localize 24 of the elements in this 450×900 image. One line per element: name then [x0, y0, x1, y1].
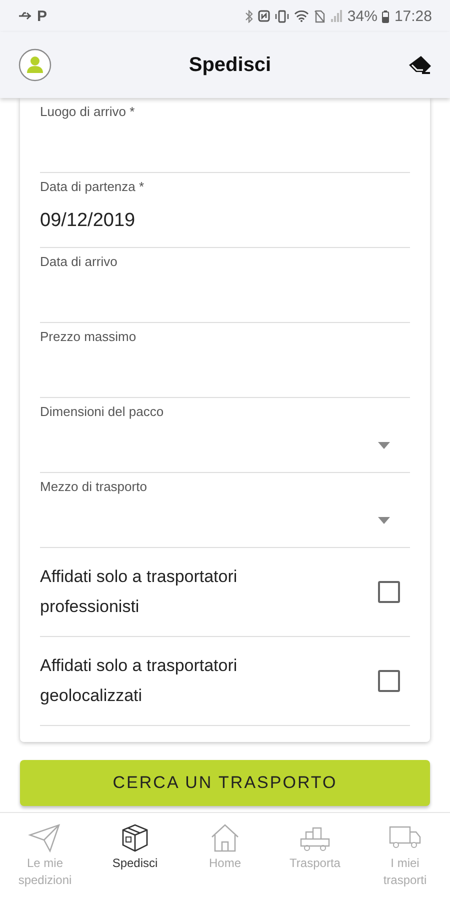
battery-icon [382, 10, 390, 22]
screen-title: Spedisci [188, 54, 272, 76]
paper-plane-icon [28, 823, 62, 853]
vibrate-icon [275, 10, 290, 22]
signal-icon [330, 10, 342, 22]
input-field[interactable]: Luogo di arrivo * [40, 98, 410, 173]
notification-letter: P [37, 8, 48, 24]
nav-tab[interactable]: Spedisci [100, 823, 170, 872]
dropdown-caret-icon [378, 442, 390, 449]
wifi-icon [294, 10, 310, 22]
battery-percentage: 34% [347, 8, 378, 24]
nfc-icon [258, 10, 270, 22]
checkbox[interactable] [378, 670, 400, 692]
usb-icon [18, 11, 32, 21]
bluetooth-icon [245, 10, 254, 22]
checkbox[interactable] [378, 581, 400, 603]
checkbox-label: Affidati solo a trasportatori professionisti [40, 566, 238, 618]
eraser-icon[interactable] [408, 55, 432, 75]
no-sim-icon [314, 10, 326, 22]
checkbox-label: Affidati solo a trasportatori geolocalizzati [40, 655, 238, 707]
search-transport-button[interactable]: CERCA UN TRASPORTO [20, 760, 430, 806]
clock: 17:28 [394, 8, 432, 24]
profile-avatar-icon[interactable] [18, 48, 52, 82]
dropdown-caret-icon [378, 517, 390, 524]
